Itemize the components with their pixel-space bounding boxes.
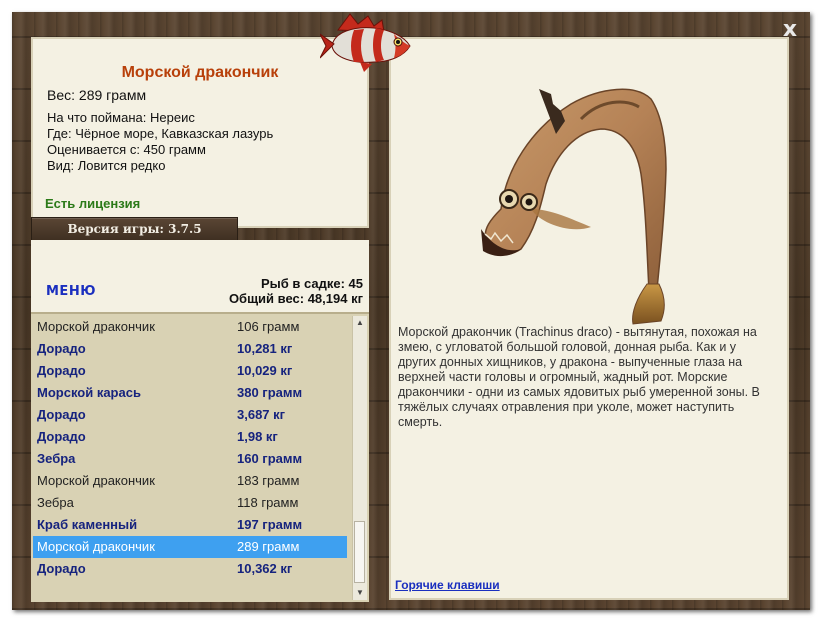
catch-row-fish-name: Дорадо <box>37 363 86 378</box>
bait-line: На что поймана: Нереис <box>47 110 195 125</box>
catch-row-fish-name: Дорадо <box>37 407 86 422</box>
catch-list-row[interactable]: Морской карась 380 грамм <box>33 382 347 404</box>
catch-list-rows: Морской дракончик 106 грамм Дорадо 10,281 к… <box>33 316 347 580</box>
valuation-line: Оценивается с: 450 грамм <box>47 142 206 157</box>
catch-row-weight: 160 грамм <box>237 451 303 466</box>
catch-list-row[interactable]: Морской дракончик 183 грамм <box>33 470 347 492</box>
game-version: Версия игры: 3.7.5 <box>31 217 238 241</box>
catch-row-fish-name: Краб каменный <box>37 517 138 532</box>
catch-list-row[interactable]: Краб каменный 197 грамм <box>33 514 347 536</box>
description-panel: Морской дракончик (Trachinus draco) - вы… <box>389 37 789 600</box>
fish-weight: Вес: 289 грамм <box>47 87 147 103</box>
fish-image <box>481 88 667 325</box>
catch-row-weight: 3,687 кг <box>237 407 286 422</box>
catch-row-weight: 380 грамм <box>237 385 303 400</box>
catch-stats: Рыб в садке: 45 Общий вес: 48,194 кг <box>229 276 363 306</box>
catch-row-fish-name: Морской дракончик <box>37 473 155 488</box>
catch-list-row[interactable]: Дорадо 10,029 кг <box>33 360 347 382</box>
catch-row-fish-name: Дорадо <box>37 341 86 356</box>
fish-details: На что поймана: Нереис Где: Чёрное море,… <box>47 110 273 174</box>
hotkeys-link[interactable]: Горячие клавиши <box>395 578 500 592</box>
catch-list-row[interactable]: Дорадо 10,362 кг <box>33 558 347 580</box>
catch-row-fish-name: Дорадо <box>37 561 86 576</box>
catch-row-weight: 197 грамм <box>237 517 303 532</box>
fish-count: Рыб в садке: 45 <box>260 276 363 291</box>
fish-info-panel: Морской дракончик Вес: 289 грамм На что … <box>31 37 369 228</box>
menu-button[interactable]: МЕНЮ <box>46 284 96 299</box>
catch-list-row[interactable]: Дорадо 10,281 кг <box>33 338 347 360</box>
catch-row-weight: 183 грамм <box>237 473 300 488</box>
catch-list-row[interactable]: Морской дракончик 289 грамм <box>33 536 347 558</box>
catch-row-weight: 106 грамм <box>237 319 300 334</box>
license-status: Есть лицензия <box>45 196 141 211</box>
catch-row-fish-name: Морской дракончик <box>37 539 155 554</box>
catch-list-row[interactable]: Дорадо 3,687 кг <box>33 404 347 426</box>
catch-row-weight: 118 грамм <box>237 495 299 510</box>
list-scrollbar[interactable]: ▲ ▼ <box>352 316 367 600</box>
catch-row-weight: 289 грамм <box>237 539 300 554</box>
catch-row-fish-name: Зебра <box>37 451 76 466</box>
catch-row-fish-name: Морской карась <box>37 385 141 400</box>
scroll-thumb[interactable] <box>354 521 365 583</box>
fish-info-window: x Морской дракончик Вес: 289 грамм На чт… <box>12 12 810 610</box>
catch-list-row[interactable]: Морской дракончик 106 грамм <box>33 316 347 338</box>
catch-list: Морской дракончик 106 грамм Дорадо 10,281 к… <box>31 312 369 602</box>
scroll-down-icon[interactable]: ▼ <box>353 586 367 600</box>
red-fish-logo-icon <box>320 13 411 72</box>
location-line: Где: Чёрное море, Кавказская лазурь <box>47 126 274 141</box>
rarity-line: Вид: Ловится редко <box>47 158 166 173</box>
total-weight: Общий вес: 48,194 кг <box>228 291 363 306</box>
catch-row-weight: 10,362 кг <box>237 561 293 576</box>
fish-title: Морской дракончик <box>121 64 279 81</box>
catch-list-row[interactable]: Зебра 118 грамм <box>33 492 347 514</box>
catch-row-fish-name: Зебра <box>37 495 74 510</box>
fish-description: Морской дракончик (Trachinus draco) - вы… <box>398 325 760 429</box>
stats-panel: МЕНЮ Рыб в садке: 45 Общий вес: 48,194 к… <box>31 240 369 312</box>
catch-row-fish-name: Морской дракончик <box>37 319 155 334</box>
catch-row-weight: 10,281 кг <box>237 341 293 356</box>
scroll-up-icon[interactable]: ▲ <box>353 316 367 330</box>
catch-list-row[interactable]: Зебра 160 грамм <box>33 448 347 470</box>
catch-list-row[interactable]: Дорадо 1,98 кг <box>33 426 347 448</box>
catch-row-weight: 1,98 кг <box>237 429 278 444</box>
catch-row-weight: 10,029 кг <box>237 363 293 378</box>
catch-row-fish-name: Дорадо <box>37 429 86 444</box>
